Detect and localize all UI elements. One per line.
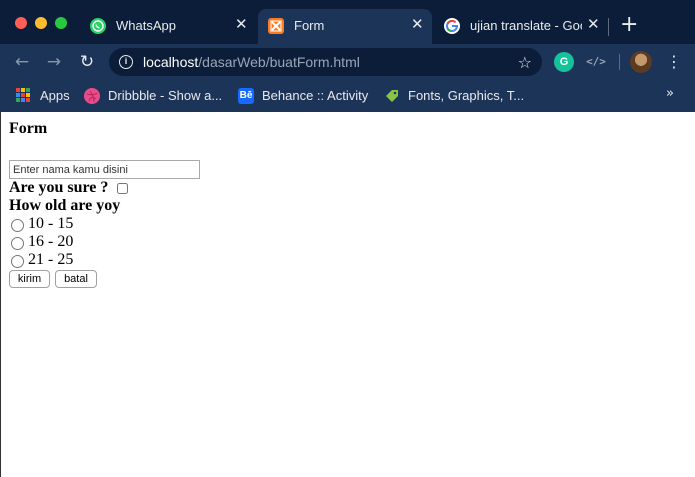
bookmarks-more-icon[interactable]: »: [666, 86, 674, 101]
tab-separator: [608, 18, 609, 36]
toolbar-separator: [619, 54, 620, 70]
xampp-icon: [268, 18, 284, 34]
submit-button[interactable]: kirim: [9, 270, 50, 288]
bookmark-label: Fonts, Graphics, T...: [408, 88, 525, 103]
url-host: localhost: [143, 54, 199, 70]
close-tab-icon[interactable]: ✕: [587, 16, 600, 34]
age-option-label: 21 - 25: [28, 251, 74, 268]
profile-avatar[interactable]: [630, 51, 652, 73]
maximize-window-button[interactable]: [55, 17, 67, 29]
url-path: /dasarWeb/buatForm.html: [198, 54, 360, 70]
address-bar[interactable]: i localhost/dasarWeb/buatForm.html ☆: [109, 48, 542, 76]
dribbble-icon: [84, 88, 100, 104]
bookmarks-bar: Apps Dribbble - Show a... Bē Behance :: …: [0, 80, 695, 112]
page-title: Form: [9, 120, 48, 137]
grammarly-extension-icon[interactable]: G: [554, 52, 574, 72]
age-question-label: How old are yoy: [9, 197, 121, 214]
age-option-label: 10 - 15: [28, 215, 74, 232]
tab-title: Form: [294, 18, 325, 33]
tab-google-translate[interactable]: ujian translate - Goo ✕: [434, 9, 608, 44]
whatsapp-icon: [90, 18, 106, 34]
age-radio[interactable]: [11, 237, 24, 250]
tab-title: ujian translate - Goo: [470, 18, 582, 33]
cancel-button[interactable]: batal: [55, 270, 97, 288]
address-url: localhost/dasarWeb/buatForm.html: [143, 54, 360, 70]
tab-strip: WhatsApp ✕ Form ✕ ujian translate - Goo …: [0, 0, 695, 44]
age-option-label: 16 - 20: [28, 233, 74, 250]
code-extension-icon[interactable]: </>: [586, 52, 606, 72]
browser-chrome: WhatsApp ✕ Form ✕ ujian translate - Goo …: [0, 0, 695, 112]
bookmark-star-icon[interactable]: ☆: [518, 53, 532, 72]
tab-whatsapp[interactable]: WhatsApp ✕: [80, 9, 256, 44]
bookmark-label: Dribbble - Show a...: [108, 88, 223, 103]
behance-icon: Bē: [238, 88, 254, 104]
age-radio[interactable]: [11, 255, 24, 268]
tab-title: WhatsApp: [116, 18, 176, 33]
forward-arrow-icon[interactable]: →: [44, 52, 64, 72]
menu-dots-icon[interactable]: ⋮: [666, 52, 682, 72]
close-window-button[interactable]: [15, 17, 27, 29]
age-radio[interactable]: [11, 219, 24, 232]
new-tab-button[interactable]: +: [620, 14, 638, 36]
google-icon: [444, 18, 460, 34]
name-input[interactable]: [9, 160, 200, 179]
back-arrow-icon[interactable]: ←: [12, 52, 32, 72]
bookmark-label: Apps: [40, 88, 70, 103]
confirm-checkbox[interactable]: [117, 183, 128, 194]
info-icon[interactable]: i: [119, 55, 133, 69]
close-tab-icon[interactable]: ✕: [235, 16, 248, 34]
bookmark-label: Behance :: Activity: [262, 88, 369, 103]
tag-icon: [384, 88, 400, 104]
reload-icon[interactable]: ↻: [77, 52, 97, 72]
tab-form[interactable]: Form ✕: [258, 9, 432, 44]
browser-toolbar: ← → ↻ i localhost/dasarWeb/buatForm.html…: [0, 44, 695, 80]
apps-grid-icon: [16, 88, 32, 104]
close-tab-icon[interactable]: ✕: [411, 16, 424, 34]
confirm-question-label: Are you sure ?: [9, 179, 109, 196]
minimize-window-button[interactable]: [35, 17, 47, 29]
page-content: Form Are you sure ? How old are yoy 10 -…: [0, 112, 695, 477]
